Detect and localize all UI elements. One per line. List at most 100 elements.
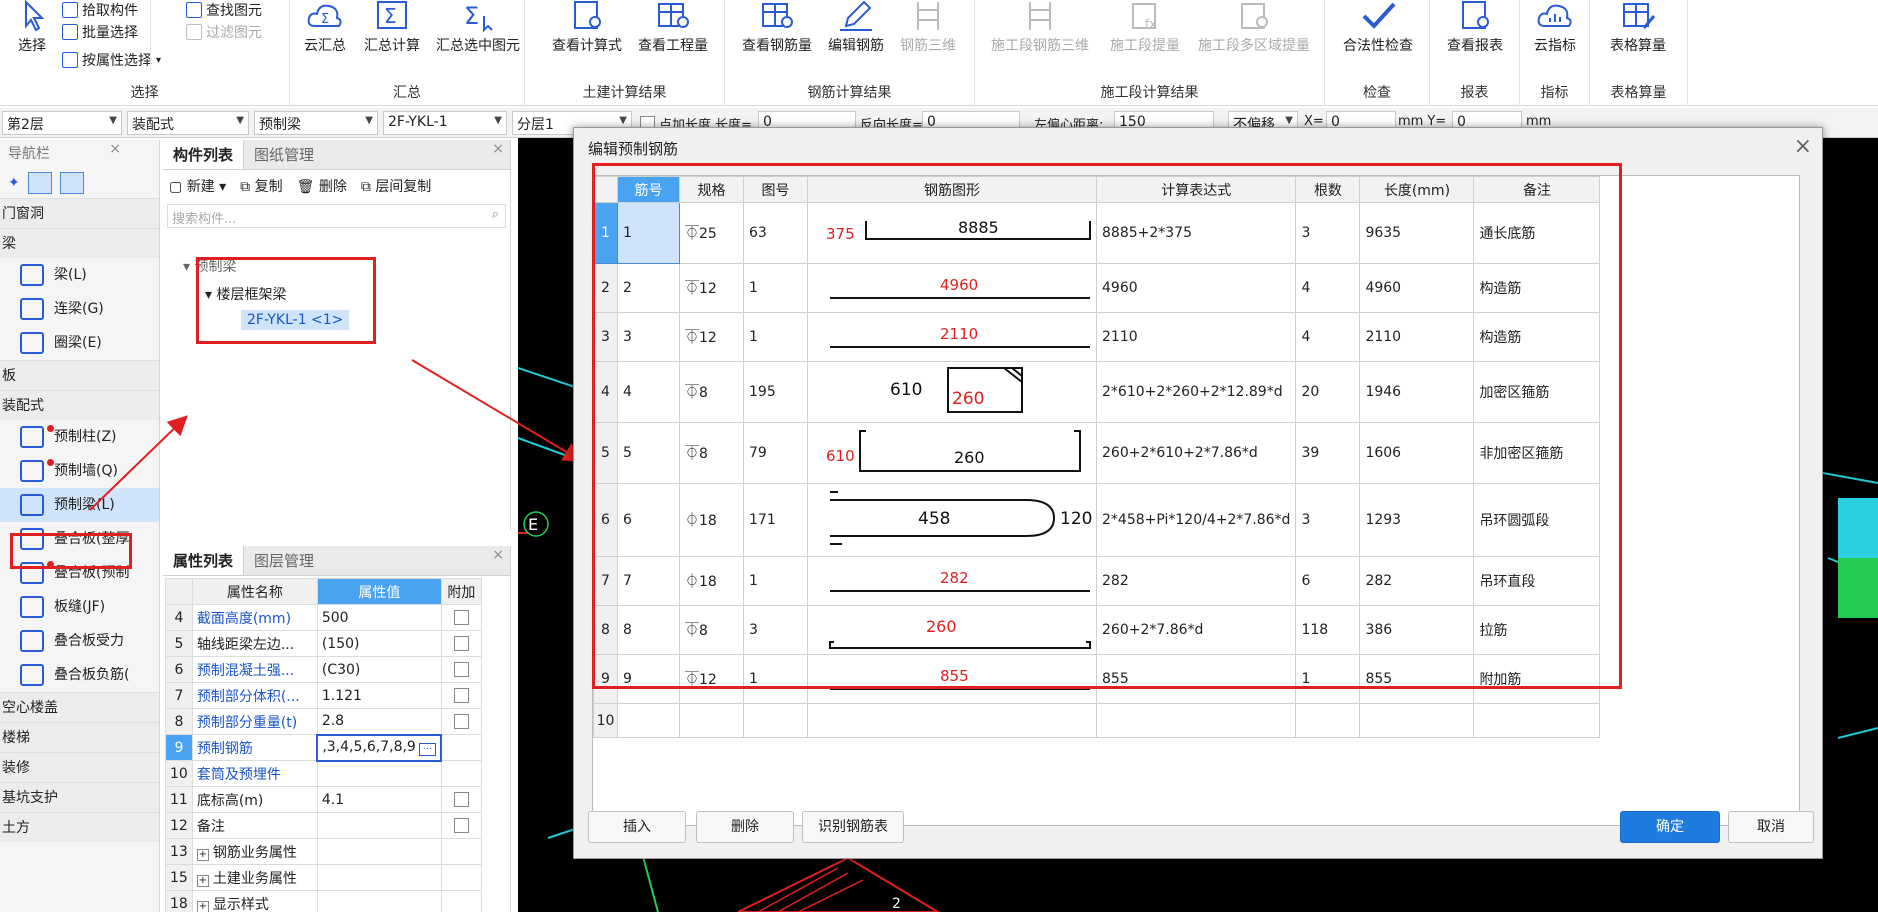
count-cell[interactable]: 4 <box>1295 312 1361 362</box>
note-cell[interactable]: 吊环圆弧段 <box>1473 483 1601 557</box>
row-number[interactable]: 10 <box>593 703 618 738</box>
note-cell[interactable]: 加密区箍筋 <box>1473 361 1601 423</box>
rebar-row[interactable]: 1 1 ⏁25 63 375 8885 8885+2*375 3 9635 通长底筋 <box>593 202 1601 264</box>
figure-no-cell[interactable]: 1 <box>743 556 808 606</box>
shape-cell[interactable]: 855 <box>807 654 1097 704</box>
note-cell[interactable] <box>1473 703 1601 738</box>
rebar-row[interactable]: 7 7 ⏀18 1 282 282 6 282 吊环直段 <box>593 556 1601 606</box>
shape-cell[interactable]: 282 <box>807 556 1097 606</box>
shape-cell[interactable]: 260 <box>807 605 1097 655</box>
expression-cell[interactable]: 282 <box>1095 556 1297 606</box>
bar-no-cell[interactable]: 7 <box>617 556 680 606</box>
row-number[interactable]: 5 <box>593 422 618 484</box>
spec-cell[interactable]: ⏁12 <box>679 312 744 362</box>
row-number[interactable]: 3 <box>593 312 618 362</box>
rebar-row[interactable]: 2 2 ⏁12 1 4960 4960 4 4960 构造筋 <box>593 263 1601 313</box>
spec-cell[interactable]: ⏁25 <box>679 202 744 264</box>
bar-no-cell[interactable]: 1 <box>617 202 680 264</box>
expression-cell[interactable]: 2*458+Pi*120/4+2*7.86*d <box>1095 483 1297 557</box>
count-cell[interactable]: 39 <box>1295 422 1361 484</box>
expression-cell[interactable] <box>1095 703 1297 738</box>
spec-cell[interactable]: ⏁8 <box>679 361 744 423</box>
count-cell[interactable] <box>1295 703 1361 738</box>
shape-cell[interactable]: 2110 <box>807 312 1097 362</box>
length-cell[interactable]: 1293 <box>1359 483 1475 557</box>
figure-no-cell[interactable]: 195 <box>743 361 808 423</box>
figure-no-cell[interactable]: 79 <box>743 422 808 484</box>
rebar-row[interactable]: 4 4 ⏁8 195 610 260 2*610+2*260+2*12.89*d 20 194… <box>593 361 1601 423</box>
length-cell[interactable] <box>1359 703 1475 738</box>
rebar-row[interactable]: 6 6 ⏀18 171 458 120 2*458+Pi*120/4+2*7.86*d 3… <box>593 483 1601 557</box>
bar-no-cell[interactable]: 2 <box>617 263 680 313</box>
row-number[interactable]: 9 <box>593 654 618 704</box>
expression-cell[interactable]: 2*610+2*260+2*12.89*d <box>1095 361 1297 423</box>
expression-cell[interactable]: 260+2*610+2*7.86*d <box>1095 422 1297 484</box>
length-cell[interactable]: 1606 <box>1359 422 1475 484</box>
count-cell[interactable]: 20 <box>1295 361 1361 423</box>
bar-no-cell[interactable]: 4 <box>617 361 680 423</box>
shape-cell[interactable] <box>807 703 1097 738</box>
bar-no-cell[interactable]: 3 <box>617 312 680 362</box>
figure-no-cell[interactable]: 171 <box>743 483 808 557</box>
shape-cell[interactable]: 610 260 <box>807 361 1097 423</box>
count-cell[interactable]: 1 <box>1295 654 1361 704</box>
expression-cell[interactable]: 2110 <box>1095 312 1297 362</box>
shape-cell[interactable]: 458 120 <box>807 483 1097 557</box>
note-cell[interactable]: 附加筋 <box>1473 654 1601 704</box>
spec-cell[interactable]: ⏀18 <box>679 483 744 557</box>
length-cell[interactable]: 2110 <box>1359 312 1475 362</box>
insert-button[interactable]: 插入 <box>588 811 686 843</box>
rebar-row[interactable]: 3 3 ⏁12 1 2110 2110 4 2110 构造筋 <box>593 312 1601 362</box>
length-cell[interactable]: 386 <box>1359 605 1475 655</box>
ok-button[interactable]: 确定 <box>1620 811 1720 843</box>
shape-cell[interactable]: 375 8885 <box>807 202 1097 264</box>
spec-cell[interactable]: ⏁8 <box>679 422 744 484</box>
row-number[interactable]: 4 <box>593 361 618 423</box>
bar-no-cell[interactable]: 6 <box>617 483 680 557</box>
note-cell[interactable]: 吊环直段 <box>1473 556 1601 606</box>
spec-cell[interactable]: ⏁12 <box>679 263 744 313</box>
note-cell[interactable]: 非加密区箍筋 <box>1473 422 1601 484</box>
figure-no-cell[interactable]: 63 <box>743 202 808 264</box>
figure-no-cell[interactable]: 1 <box>743 263 808 313</box>
bar-no-cell[interactable] <box>617 703 680 738</box>
cancel-button[interactable]: 取消 <box>1728 811 1814 843</box>
spec-cell[interactable] <box>679 703 744 738</box>
length-cell[interactable]: 282 <box>1359 556 1475 606</box>
note-cell[interactable]: 构造筋 <box>1473 312 1601 362</box>
rebar-row[interactable]: 10 <box>593 703 1601 738</box>
note-cell[interactable]: 构造筋 <box>1473 263 1601 313</box>
bar-no-cell[interactable]: 8 <box>617 605 680 655</box>
figure-no-cell[interactable]: 3 <box>743 605 808 655</box>
rebar-row[interactable]: 5 5 ⏁8 79 610 260 260+2*610+2*7.86*d 39 1606 非加密… <box>593 422 1601 484</box>
bar-no-cell[interactable]: 5 <box>617 422 680 484</box>
close-icon[interactable]: × <box>1794 134 1812 159</box>
figure-no-cell[interactable]: 1 <box>743 312 808 362</box>
count-cell[interactable]: 3 <box>1295 483 1361 557</box>
count-cell[interactable]: 3 <box>1295 202 1361 264</box>
length-cell[interactable]: 9635 <box>1359 202 1475 264</box>
figure-no-cell[interactable]: 1 <box>743 654 808 704</box>
shape-cell[interactable]: 610 260 <box>807 422 1097 484</box>
rebar-row[interactable]: 8 8 ⏁8 3 260 260+2*7.86*d 118 386 拉筋 <box>593 605 1601 655</box>
delete-row-button[interactable]: 删除 <box>696 811 794 843</box>
row-number[interactable]: 2 <box>593 263 618 313</box>
note-cell[interactable]: 通长底筋 <box>1473 202 1601 264</box>
count-cell[interactable]: 4 <box>1295 263 1361 313</box>
row-number[interactable]: 6 <box>593 483 618 557</box>
length-cell[interactable]: 4960 <box>1359 263 1475 313</box>
row-number[interactable]: 1 <box>593 202 618 264</box>
note-cell[interactable]: 拉筋 <box>1473 605 1601 655</box>
bar-no-cell[interactable]: 9 <box>617 654 680 704</box>
expression-cell[interactable]: 260+2*7.86*d <box>1095 605 1297 655</box>
row-number[interactable]: 8 <box>593 605 618 655</box>
figure-no-cell[interactable] <box>743 703 808 738</box>
rebar-row[interactable]: 9 9 ⏁12 1 855 855 1 855 附加筋 <box>593 654 1601 704</box>
expression-cell[interactable]: 4960 <box>1095 263 1297 313</box>
length-cell[interactable]: 855 <box>1359 654 1475 704</box>
length-cell[interactable]: 1946 <box>1359 361 1475 423</box>
count-cell[interactable]: 6 <box>1295 556 1361 606</box>
spec-cell[interactable]: ⏁12 <box>679 654 744 704</box>
spec-cell[interactable]: ⏀18 <box>679 556 744 606</box>
recognize-rebar-button[interactable]: 识别钢筋表 <box>802 811 904 843</box>
